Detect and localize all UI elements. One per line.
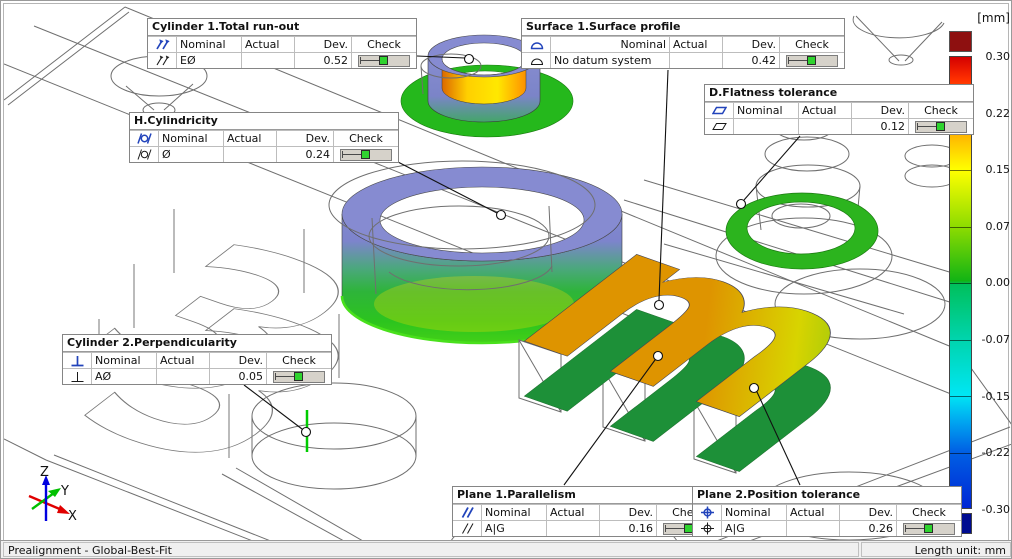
- annotation-title: Surface 1.Surface profile: [522, 19, 844, 36]
- scale-tick-label: -0.22: [974, 446, 1010, 459]
- flatness-icon: [712, 104, 727, 117]
- annotation-title: D.Flatness tolerance: [705, 85, 973, 102]
- deviation-value: 0.16: [600, 521, 657, 537]
- annotation-plane2-position-tolerance[interactable]: Plane 2.Position tolerance Nominal Actua…: [692, 486, 962, 537]
- actual-value: [547, 521, 600, 537]
- total-runout-icon: [155, 54, 170, 67]
- scale-tick-label: -0.15: [974, 390, 1010, 403]
- perpendicularity-icon: [70, 370, 85, 383]
- scale-tick-label: 0.07: [974, 220, 1010, 233]
- scale-overrange-block: [949, 31, 972, 52]
- annotation-cylinder1-total-runout[interactable]: Cylinder 1.Total run-out Nominal Actual …: [147, 18, 417, 69]
- annotation-title: Plane 1.Parallelism: [453, 487, 721, 504]
- alignment-status: Prealignment - Global-Best-Fit: [3, 542, 859, 557]
- annotation-d-flatness-tolerance[interactable]: D.Flatness tolerance Nominal Actual Dev.…: [704, 84, 974, 135]
- scale-unit-label: [mm]: [952, 11, 1010, 25]
- cylindricity-icon: [137, 148, 152, 161]
- nominal-value: AØ: [92, 369, 157, 385]
- annotation-surface1-surface-profile[interactable]: Surface 1.Surface profile Nominal Actual…: [521, 18, 845, 69]
- nominal-value: EØ: [177, 53, 242, 69]
- actual-value: [224, 147, 277, 163]
- deviation-value: 0.24: [277, 147, 334, 163]
- deviation-value: 0.52: [295, 53, 352, 69]
- annotation-title: H.Cylindricity: [130, 113, 398, 130]
- axis-y-label: Y: [60, 484, 69, 499]
- 3d-viewport[interactable]: 3 3: [3, 3, 1009, 541]
- scale-tick-label: 0.30: [974, 50, 1010, 63]
- check-indicator: [786, 55, 838, 67]
- check-indicator: [915, 121, 967, 133]
- scale-tick-label: -0.07: [974, 333, 1010, 346]
- position-icon: [700, 506, 715, 519]
- position-icon: [700, 522, 715, 535]
- scale-tick-label: 0.22: [974, 107, 1010, 120]
- annotation-title: Cylinder 1.Total run-out: [148, 19, 416, 36]
- check-indicator: [340, 149, 392, 161]
- actual-value: [670, 53, 723, 69]
- axis-x-label: X: [68, 509, 77, 524]
- annotation-h-cylindricity[interactable]: H.Cylindricity Nominal Actual Dev. Check…: [129, 112, 399, 163]
- scale-tick-label: 0.15: [974, 163, 1010, 176]
- deviation-value: 0.42: [723, 53, 780, 69]
- nominal-value: A|G: [482, 521, 547, 537]
- parallelism-icon: [460, 506, 475, 519]
- scale-tick-label: 0.00: [974, 276, 1010, 289]
- annotation-plane1-parallelism[interactable]: Plane 1.Parallelism Nominal Actual Dev. …: [452, 486, 722, 537]
- deviation-value: 0.05: [210, 369, 267, 385]
- flatness-icon: [712, 120, 727, 133]
- nominal-value: No datum system: [551, 53, 670, 69]
- surface-profile-icon: [529, 54, 544, 67]
- cylindricity-icon: [137, 132, 152, 145]
- axes-triad: Z Y X: [29, 465, 77, 524]
- length-unit-status: Length unit: mm: [861, 542, 1011, 557]
- axis-z-label: Z: [40, 465, 49, 480]
- check-indicator: [358, 55, 410, 67]
- annotation-title: Plane 2.Position tolerance: [693, 487, 961, 504]
- nominal-value: Ø: [159, 147, 224, 163]
- scale-tick-label: -0.30: [974, 503, 1010, 516]
- nominal-value: A|G: [722, 521, 787, 537]
- surface-profile-icon: [529, 38, 544, 51]
- annotation-title: Cylinder 2.Perpendicularity: [63, 335, 331, 352]
- nominal-value: [734, 119, 799, 135]
- deviation-value: 0.26: [840, 521, 897, 537]
- inspection-window: 3 3: [0, 0, 1012, 559]
- actual-value: [157, 369, 210, 385]
- actual-value: [799, 119, 852, 135]
- total-runout-icon: [155, 38, 170, 51]
- actual-value: [242, 53, 295, 69]
- actual-value: [787, 521, 840, 537]
- deviation-value: 0.12: [852, 119, 909, 135]
- perpendicularity-icon: [70, 354, 85, 367]
- parallelism-icon: [460, 522, 475, 535]
- status-bar: Prealignment - Global-Best-Fit Length un…: [1, 540, 1012, 558]
- check-indicator: [273, 371, 325, 383]
- check-indicator: [903, 523, 955, 535]
- annotation-cylinder2-perpendicularity[interactable]: Cylinder 2.Perpendicularity Nominal Actu…: [62, 334, 332, 385]
